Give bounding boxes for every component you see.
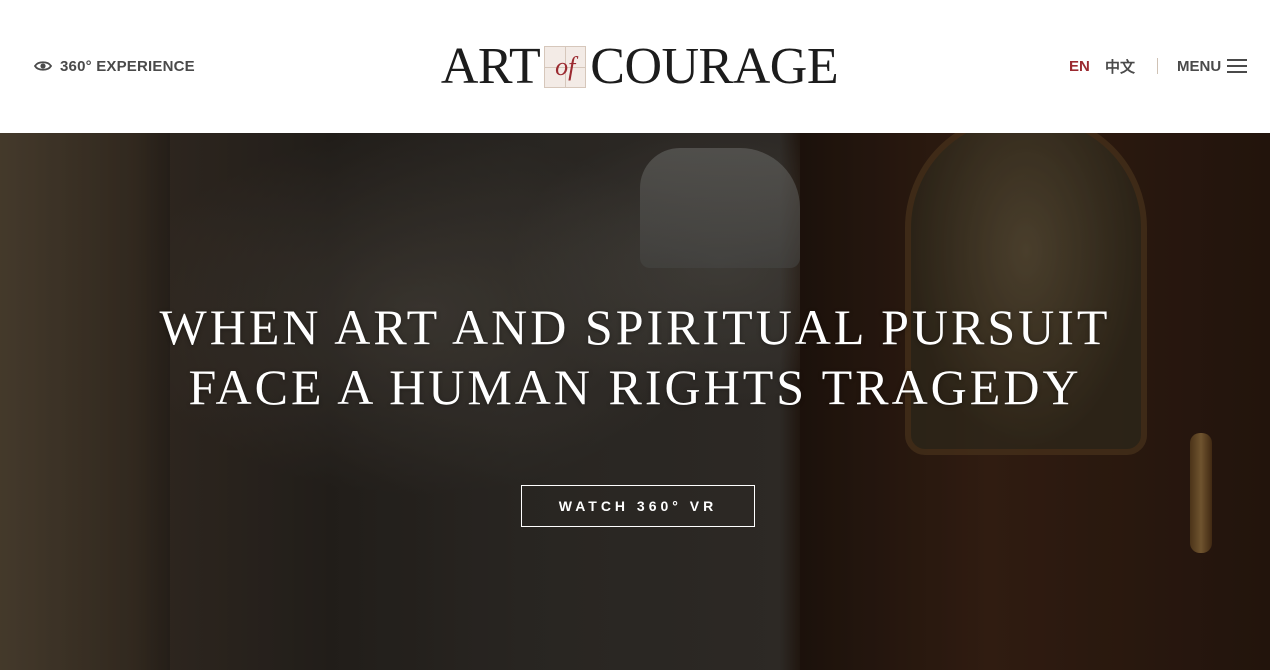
360-experience-link[interactable]: 360° EXPERIENCE bbox=[34, 56, 195, 76]
header-divider bbox=[1157, 58, 1158, 74]
watch-vr-button[interactable]: WATCH 360° VR bbox=[521, 485, 755, 527]
menu-button[interactable]: MENU bbox=[1177, 56, 1248, 76]
hero-title-line-2: FACE A HUMAN RIGHTS TRAGEDY bbox=[188, 359, 1082, 415]
logo-word-courage: COURAGE bbox=[590, 38, 839, 95]
logo-word-art: ART bbox=[440, 38, 541, 95]
logo-of-emblem: of bbox=[544, 46, 587, 88]
menu-label: MENU bbox=[1177, 57, 1222, 75]
hero-title: WHEN ART AND SPIRITUAL PURSUIT FACE A HU… bbox=[0, 297, 1270, 417]
language-zh-link[interactable]: 中文 bbox=[1105, 56, 1135, 76]
hero-title-line-1: WHEN ART AND SPIRITUAL PURSUIT bbox=[159, 299, 1111, 355]
hamburger-icon bbox=[1227, 59, 1248, 73]
hero-section: WHEN ART AND SPIRITUAL PURSUIT FACE A HU… bbox=[0, 133, 1270, 670]
experience-label: 360° EXPERIENCE bbox=[60, 57, 195, 75]
site-logo[interactable]: ART of COURAGE bbox=[437, 38, 842, 96]
language-en-link[interactable]: EN bbox=[1069, 56, 1090, 76]
site-header: 360° EXPERIENCE ART of COURAGE EN 中文 MEN… bbox=[0, 0, 1270, 133]
logo-word-of: of bbox=[555, 52, 576, 81]
eye-icon bbox=[34, 60, 52, 72]
